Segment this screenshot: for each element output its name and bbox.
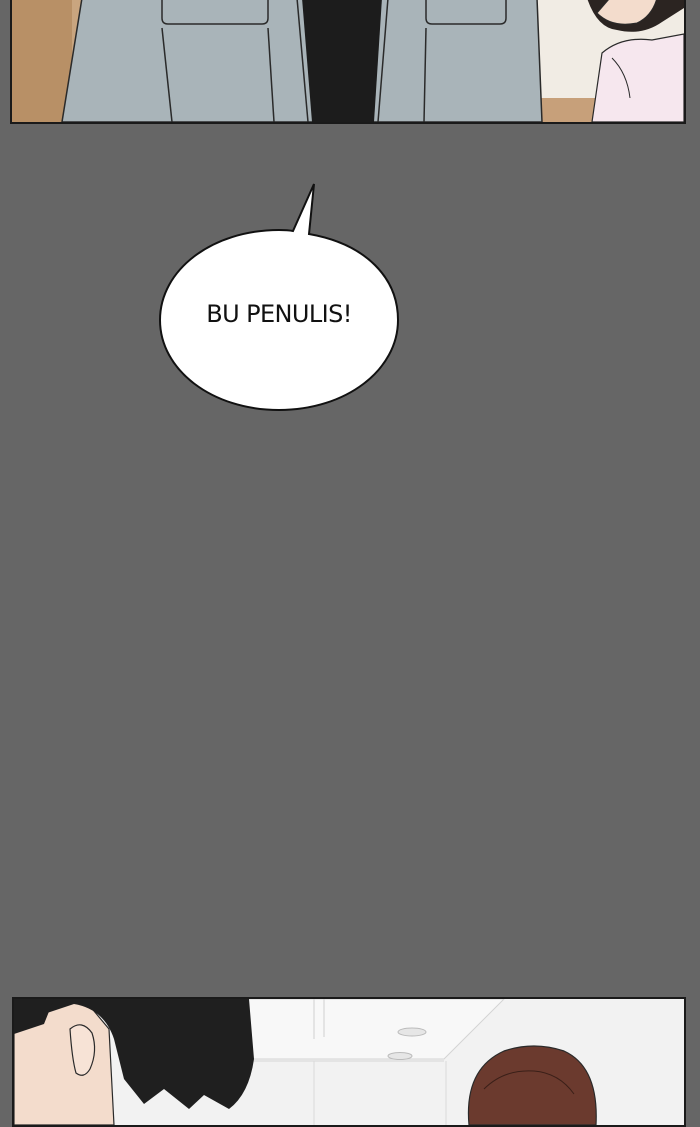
panel-top-illustration — [12, 0, 684, 122]
speech-bubble: BU PENULIS! — [156, 178, 402, 414]
comic-panel-top — [10, 0, 686, 124]
speech-bubble-text: BU PENULIS! — [206, 300, 352, 328]
comic-panel-bottom — [12, 997, 686, 1127]
speech-bubble-shape — [158, 183, 400, 412]
panel-bottom-illustration — [14, 999, 684, 1125]
